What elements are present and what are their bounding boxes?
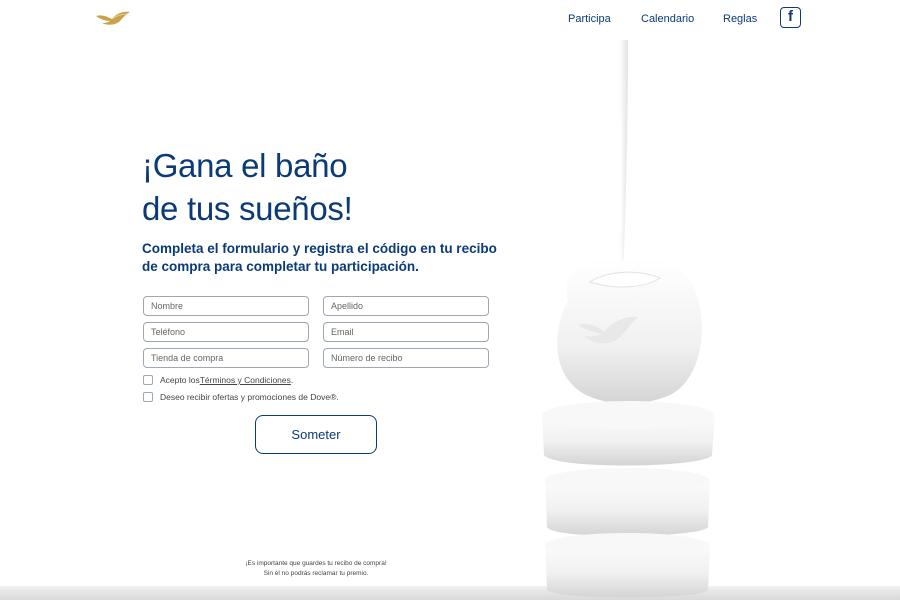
email-field[interactable] xyxy=(323,322,489,342)
terms-suffix: . xyxy=(290,375,294,385)
telefono-field[interactable] xyxy=(143,322,309,342)
soap-stack-image xyxy=(542,40,715,598)
terms-row: Acepto los Términos y Condiciones . xyxy=(143,375,293,385)
headline-line-1: ¡Gana el baño xyxy=(142,147,348,184)
receipt-note-line-1: ¡Es importante que guardes tu recibo de … xyxy=(245,560,387,567)
terms-prefix: Acepto los xyxy=(160,375,200,385)
headline-line-2: de tus sueños! xyxy=(142,190,353,227)
offers-row: Deseo recibir ofertas y promociones de D… xyxy=(143,392,339,402)
apellido-field[interactable] xyxy=(323,296,489,316)
facebook-icon[interactable]: f xyxy=(780,7,801,28)
terms-checkbox[interactable] xyxy=(143,375,153,385)
nav-participa[interactable]: Participa xyxy=(568,12,611,26)
floor-shadow xyxy=(0,586,900,600)
offers-checkbox[interactable] xyxy=(143,392,153,402)
receipt-note-line-2: Sin él no podrás reclamar tu premio. xyxy=(263,570,369,577)
tienda-field[interactable] xyxy=(143,348,309,368)
receipt-note: ¡Es importante que guardes tu recibo de … xyxy=(216,559,416,579)
terms-link[interactable]: Términos y Condiciones xyxy=(200,375,291,385)
offers-label: Deseo recibir ofertas y promociones de D… xyxy=(160,392,339,402)
nombre-field[interactable] xyxy=(143,296,309,316)
recibo-field[interactable] xyxy=(323,348,489,368)
subtitle: Completa el formulario y registra el cód… xyxy=(142,241,497,274)
page-title: ¡Gana el baño de tus sueños! xyxy=(142,144,353,230)
dove-logo-icon[interactable] xyxy=(94,8,132,28)
nav-calendario[interactable]: Calendario xyxy=(641,12,694,26)
submit-button[interactable]: Someter xyxy=(255,415,377,454)
nav-reglas[interactable]: Reglas xyxy=(723,12,757,26)
